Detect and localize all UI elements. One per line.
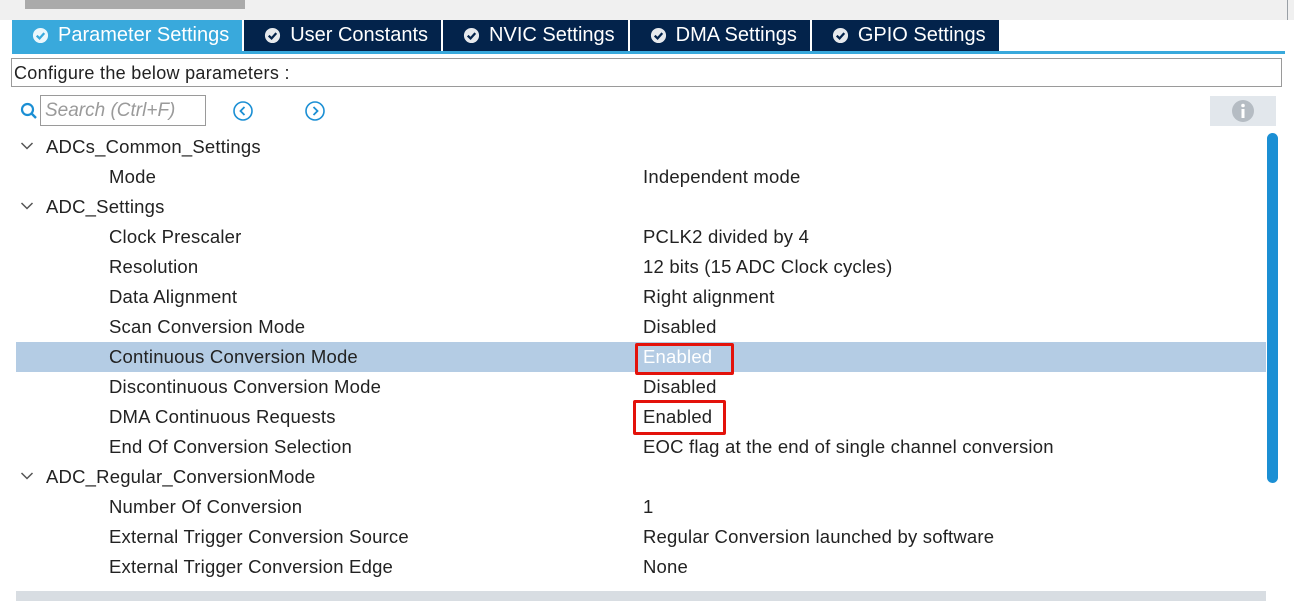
param-value[interactable]: None [643, 552, 688, 582]
check-circle-icon [265, 27, 281, 44]
tab-label: NVIC Settings [489, 24, 615, 46]
tree-row-scan-conversion-mode[interactable]: Scan Conversion Mode Disabled [0, 312, 1266, 342]
check-circle-icon [832, 27, 848, 44]
param-label: External Trigger Conversion Edge [109, 556, 394, 577]
tree-row-clock-prescaler[interactable]: Clock Prescaler PCLK2 divided by 4 [0, 222, 1266, 252]
chevron-down-icon[interactable] [20, 201, 34, 211]
tab-nvic-settings[interactable]: NVIC Settings [443, 20, 628, 51]
tree-row-end-of-conversion-selection[interactable]: End Of Conversion Selection EOC flag at … [0, 432, 1266, 462]
param-value[interactable]: EOC flag at the end of single channel co… [643, 432, 1054, 462]
tab-gpio-settings[interactable]: GPIO Settings [811, 20, 999, 51]
param-value[interactable]: Independent mode [643, 162, 801, 192]
tab-label: Parameter Settings [58, 24, 230, 46]
tree-row-continuous-conversion-mode[interactable]: Continuous Conversion Mode Enabled [16, 342, 1266, 375]
info-button[interactable] [1210, 96, 1276, 126]
chevron-down-icon[interactable] [20, 471, 34, 481]
horizontal-scrollbar[interactable] [16, 591, 1266, 601]
vertical-scrollbar-thumb[interactable] [1267, 133, 1278, 483]
group-label: ADCs_Common_Settings [46, 136, 261, 157]
param-label: Data Alignment [109, 286, 238, 307]
param-label: Scan Conversion Mode [109, 316, 306, 337]
top-partial-button[interactable] [25, 0, 245, 9]
highlight-box [635, 343, 734, 375]
config-description: Configure the below parameters : [11, 58, 1282, 87]
highlight-box [633, 400, 726, 435]
next-match-icon[interactable] [304, 100, 326, 122]
tab-dma-settings[interactable]: DMA Settings [629, 20, 810, 51]
tree-row-external-trigger-edge[interactable]: External Trigger Conversion Edge None [0, 552, 1266, 582]
param-value[interactable]: Regular Conversion launched by software [643, 522, 994, 552]
settings-tab-bar: Parameter Settings User Constants NVIC S… [12, 20, 1001, 51]
param-label: Number Of Conversion [109, 496, 303, 517]
param-label: Continuous Conversion Mode [109, 346, 358, 367]
param-label: Discontinuous Conversion Mode [109, 376, 382, 397]
tree-row-mode[interactable]: Mode Independent mode [0, 162, 1266, 192]
tree-row-dma-continuous-requests[interactable]: DMA Continuous Requests Enabled [0, 400, 1266, 435]
tab-underline [12, 51, 1285, 54]
tab-label: User Constants [290, 24, 429, 46]
tree-row-resolution[interactable]: Resolution 12 bits (15 ADC Clock cycles) [0, 252, 1266, 282]
group-label: ADC_Regular_ConversionMode [46, 466, 316, 487]
search-toolbar [0, 94, 1294, 128]
window-edge-line [1287, 0, 1288, 20]
tree-row-number-of-conversion[interactable]: Number Of Conversion 1 [0, 492, 1266, 522]
param-value[interactable]: 1 [643, 492, 654, 522]
param-value[interactable]: Disabled [643, 372, 717, 402]
check-circle-icon [32, 27, 49, 44]
tab-label: DMA Settings [675, 24, 797, 46]
param-label: End Of Conversion Selection [109, 436, 352, 457]
param-value[interactable]: 12 bits (15 ADC Clock cycles) [643, 252, 892, 282]
param-label: External Trigger Conversion Source [109, 526, 409, 547]
param-label: Resolution [109, 256, 199, 277]
info-icon [1232, 100, 1254, 122]
param-label: Mode [109, 166, 157, 187]
param-value[interactable]: Right alignment [643, 282, 775, 312]
group-label: ADC_Settings [46, 196, 165, 217]
tree-row-discontinuous-conversion-mode[interactable]: Discontinuous Conversion Mode Disabled [0, 372, 1266, 402]
tab-parameter-settings[interactable]: Parameter Settings [12, 20, 243, 51]
param-value[interactable]: Disabled [643, 312, 717, 342]
tree-group-adc-settings[interactable]: ADC_Settings [0, 192, 1266, 222]
check-circle-icon [463, 27, 480, 44]
tree-group-adcs-common-settings[interactable]: ADCs_Common_Settings [0, 132, 1266, 162]
search-icon[interactable] [20, 102, 38, 120]
search-input[interactable] [40, 95, 206, 126]
parameter-tree: ADCs_Common_Settings Mode Independent mo… [0, 132, 1266, 582]
tree-group-adc-regular-conversionmode[interactable]: ADC_Regular_ConversionMode [0, 462, 1266, 492]
tree-row-data-alignment[interactable]: Data Alignment Right alignment [0, 282, 1266, 312]
previous-match-icon[interactable] [232, 100, 254, 122]
param-label: DMA Continuous Requests [109, 406, 336, 427]
check-circle-icon [650, 27, 666, 44]
tree-row-external-trigger-source[interactable]: External Trigger Conversion Source Regul… [0, 522, 1266, 552]
param-label: Clock Prescaler [109, 226, 242, 247]
tab-user-constants[interactable]: User Constants [244, 20, 442, 51]
tab-label: GPIO Settings [857, 24, 986, 46]
param-value[interactable]: PCLK2 divided by 4 [643, 222, 809, 252]
chevron-down-icon[interactable] [20, 141, 34, 151]
